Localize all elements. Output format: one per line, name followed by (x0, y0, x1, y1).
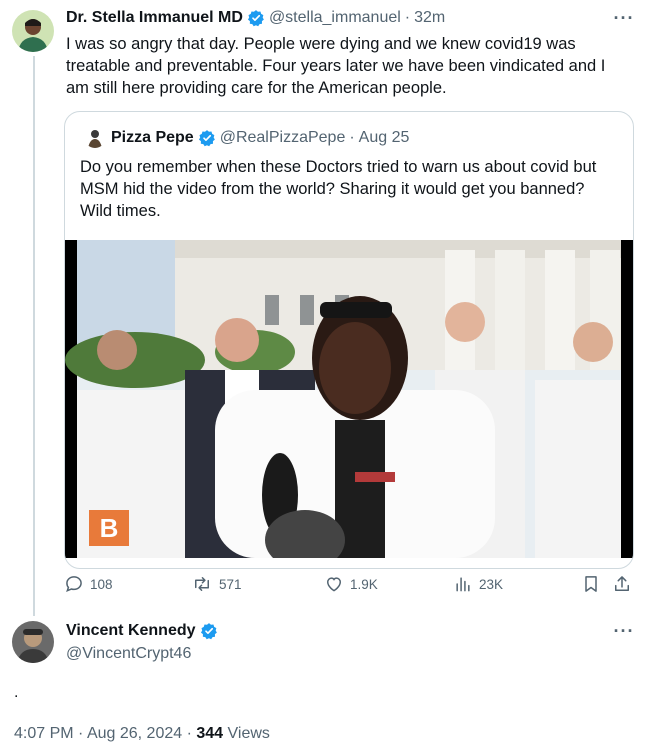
quote-tweet-text: Do you remember when these Doctors tried… (80, 158, 597, 220)
quote-tweet-date[interactable]: Aug 25 (359, 129, 410, 147)
reply-count: 108 (90, 576, 113, 592)
reply-tweet-metadata: 4:07 PM · Aug 26, 2024 · 344 Views (14, 725, 270, 743)
tweet-action-bar: 108 571 1.9K 23K (64, 572, 636, 596)
video-frame-illustration: B (65, 240, 633, 558)
reply-tweet-text: . (14, 684, 19, 701)
reply-button[interactable]: 108 (64, 572, 113, 596)
quote-author-display-name[interactable]: Pizza Pepe (111, 129, 194, 147)
quote-header-separator: · (349, 129, 355, 146)
pizza-pepe-avatar[interactable] (84, 126, 106, 148)
share-button[interactable] (612, 572, 638, 596)
analytics-icon (456, 577, 470, 592)
reply-date[interactable]: Aug 26, 2024 (87, 725, 182, 742)
main-tweet-text: I was so angry that day. People were dyi… (66, 35, 606, 97)
author-display-name[interactable]: Dr. Stella Immanuel MD (66, 9, 243, 27)
quote-verified-badge-icon (198, 129, 216, 147)
reply-more-options-icon[interactable]: ··· (614, 621, 634, 641)
views-count: 23K (479, 576, 504, 592)
media-badge-letter: B (100, 513, 119, 543)
repost-count: 571 (219, 576, 242, 592)
stella-avatar[interactable] (12, 10, 54, 52)
heart-icon (326, 577, 342, 592)
quote-author-handle[interactable]: @RealPizzaPepe (220, 129, 346, 147)
quoted-tweet-card[interactable]: Pizza Pepe @RealPizzaPepe · Aug 25 Do yo… (64, 111, 634, 569)
reply-author-display-name[interactable]: Vincent Kennedy (66, 622, 196, 640)
verified-badge-icon (247, 9, 265, 27)
bookmark-icon (585, 576, 597, 592)
main-tweet-header: Dr. Stella Immanuel MD @stella_immanuel … (66, 9, 445, 27)
share-icon (615, 576, 629, 591)
tweet-timestamp[interactable]: 32m (414, 9, 445, 27)
vincent-avatar[interactable] (12, 621, 54, 663)
bookmark-button[interactable] (581, 572, 607, 596)
repost-icon (195, 577, 209, 591)
repost-button[interactable]: 571 (191, 572, 242, 596)
thread-connector-line (33, 56, 35, 616)
meta-separator-2: · (186, 725, 192, 742)
reply-views-count: 344 (196, 725, 224, 742)
like-button[interactable]: 1.9K (324, 572, 378, 596)
views-button[interactable]: 23K (453, 572, 503, 596)
more-options-icon[interactable]: ··· (614, 8, 634, 28)
header-separator: · (404, 9, 411, 26)
reply-tweet-header: Vincent Kennedy (66, 622, 222, 640)
author-handle[interactable]: @stella_immanuel (269, 9, 401, 27)
reply-icon (66, 576, 82, 592)
quote-tweet-header: Pizza Pepe @RealPizzaPepe · Aug 25 (111, 129, 409, 147)
reply-views-label: Views (227, 725, 270, 742)
reply-author-handle[interactable]: @VincentCrypt46 (66, 645, 191, 663)
reply-time[interactable]: 4:07 PM (14, 725, 74, 742)
quote-video-media[interactable]: B (65, 240, 633, 558)
reply-verified-badge-icon (200, 622, 218, 640)
meta-separator-1: · (78, 725, 84, 742)
like-count: 1.9K (350, 576, 378, 592)
